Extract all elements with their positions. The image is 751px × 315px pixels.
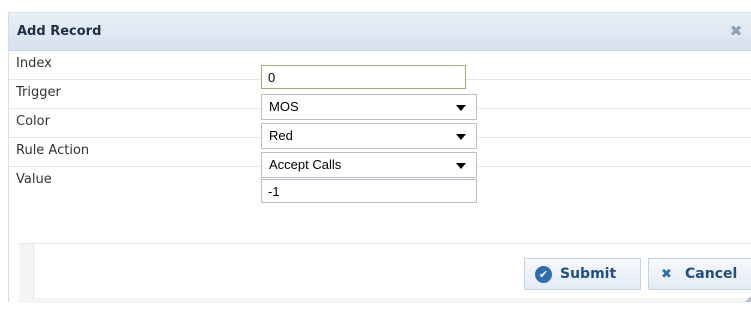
value-input[interactable] bbox=[261, 179, 477, 203]
color-label: Color bbox=[16, 114, 50, 129]
check-circle-icon: ✔ bbox=[535, 266, 552, 283]
x-icon: ✖ bbox=[661, 267, 672, 282]
submit-button[interactable]: ✔ Submit bbox=[524, 258, 641, 290]
dialog-footer: ✔ Submit ✖ Cancel bbox=[19, 243, 751, 303]
add-record-dialog: Add Record ✖ Index Trigger MOS Color Red… bbox=[8, 12, 751, 303]
resize-handle[interactable] bbox=[745, 296, 751, 302]
trigger-row: Trigger MOS bbox=[9, 80, 751, 120]
close-icon[interactable]: ✖ bbox=[727, 22, 745, 40]
value-label: Value bbox=[16, 172, 52, 187]
index-label: Index bbox=[16, 56, 52, 71]
dialog-title: Add Record bbox=[17, 24, 102, 39]
dialog-titlebar[interactable]: Add Record ✖ bbox=[9, 13, 751, 51]
button-bar: ✔ Submit ✖ Cancel bbox=[33, 244, 751, 298]
value-row: Value bbox=[9, 167, 751, 227]
trigger-label: Trigger bbox=[16, 85, 61, 100]
rule-action-row: Rule Action Accept Calls bbox=[9, 138, 751, 178]
index-row: Index bbox=[9, 51, 751, 89]
color-row: Color Red bbox=[9, 109, 751, 149]
rule-action-label: Rule Action bbox=[16, 143, 90, 158]
cancel-button[interactable]: ✖ Cancel bbox=[648, 258, 751, 290]
cancel-button-label: Cancel bbox=[685, 266, 738, 282]
submit-button-label: Submit bbox=[560, 266, 617, 282]
